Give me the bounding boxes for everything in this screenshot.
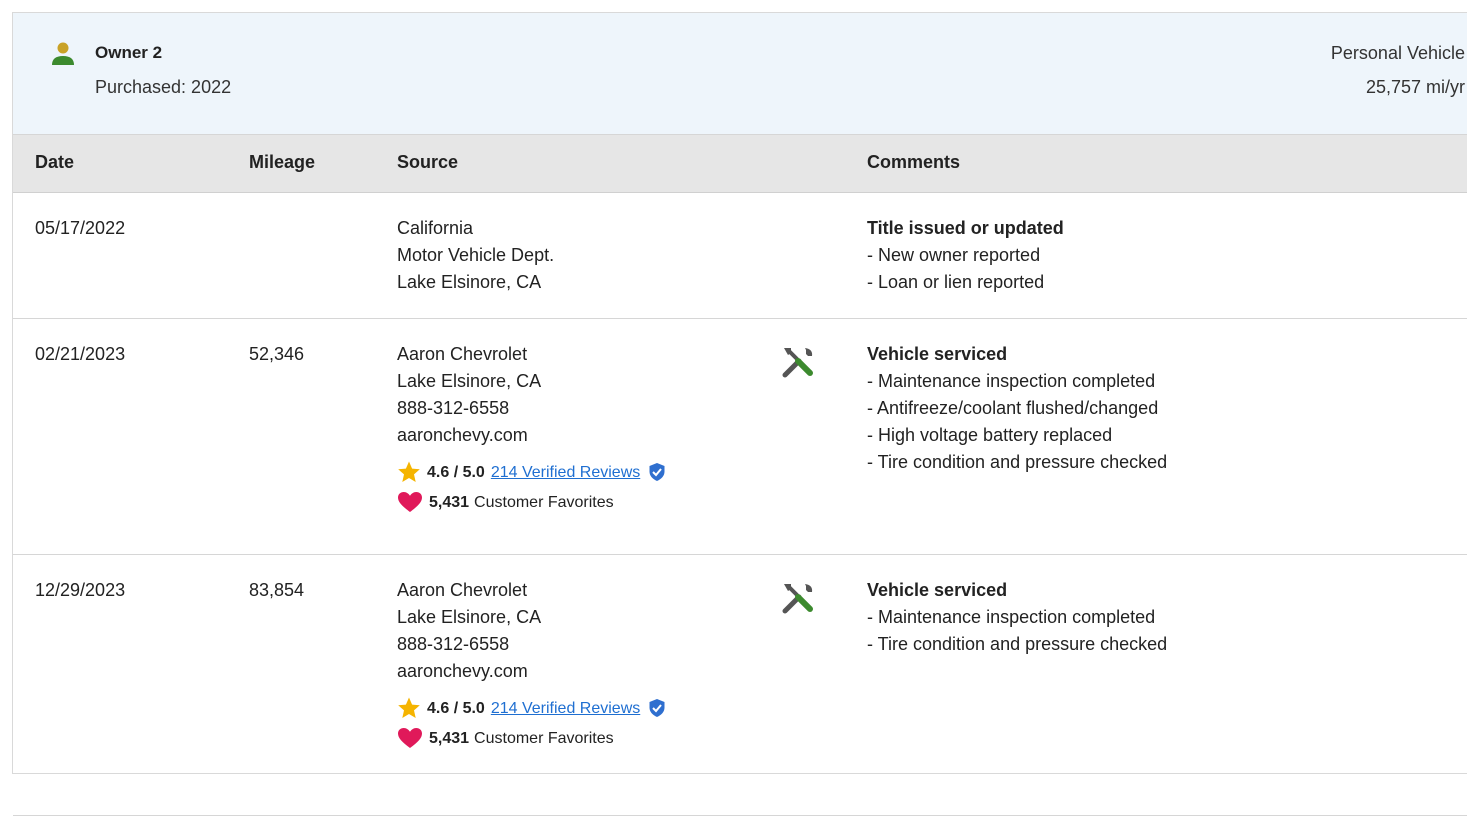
- favorites-count: 5,431: [429, 493, 470, 511]
- tools-icon: [782, 348, 813, 378]
- comment-item: - Antifreeze/coolant flushed/changed: [867, 398, 1159, 418]
- owner-history-panel: Owner 2 Purchased: 2022 Personal Vehicle…: [12, 12, 1467, 816]
- comment-item: - Maintenance inspection completed: [867, 371, 1156, 391]
- record-source: Aaron Chevrolet Lake Elsinore, CA 888-31…: [397, 577, 666, 751]
- source-line: Lake Elsinore, CA: [397, 272, 542, 292]
- customer-favorites: 5,431 Customer Favorites: [397, 725, 666, 751]
- record-comments: Vehicle serviced - Maintenance inspectio…: [867, 577, 1167, 658]
- record-source: Aaron Chevrolet Lake Elsinore, CA 888-31…: [397, 341, 666, 515]
- dealer-location: Lake Elsinore, CA: [397, 607, 542, 627]
- reviews-link[interactable]: 214 Verified Reviews: [491, 459, 640, 486]
- comment-item: - Maintenance inspection completed: [867, 607, 1156, 627]
- rating-score: 4.6 / 5.0: [427, 463, 485, 481]
- comment-item: - Loan or lien reported: [867, 272, 1045, 292]
- owner-header: Owner 2 Purchased: 2022 Personal Vehicle…: [13, 13, 1467, 135]
- customer-favorites: 5,431 Customer Favorites: [397, 489, 666, 515]
- source-line: Motor Vehicle Dept.: [397, 245, 555, 265]
- tools-icon: [782, 584, 813, 614]
- record-comments: Vehicle serviced - Maintenance inspectio…: [867, 341, 1167, 476]
- comment-title: Vehicle serviced: [867, 580, 1008, 600]
- source-line: California: [397, 218, 474, 238]
- record-date: 02/21/2023: [35, 344, 126, 364]
- column-date: Date: [35, 152, 75, 172]
- heart-icon: [398, 492, 422, 512]
- reviews-link[interactable]: 214 Verified Reviews: [491, 695, 640, 722]
- record-source: California Motor Vehicle Dept. Lake Elsi…: [397, 215, 554, 296]
- star-icon: [398, 697, 420, 718]
- dealer-name: Aaron Chevrolet: [397, 344, 528, 364]
- star-icon: [398, 461, 420, 482]
- dealer-website: aaronchevy.com: [397, 661, 528, 681]
- table-header: Date Mileage Source Comments: [13, 135, 1467, 193]
- comment-item: - High voltage battery replaced: [867, 425, 1113, 445]
- record-date: 05/17/2022: [35, 218, 126, 238]
- dealer-phone: 888-312-6558: [397, 398, 510, 418]
- comment-item: - Tire condition and pressure checked: [867, 634, 1168, 654]
- vehicle-type: Personal Vehicle: [1330, 43, 1465, 63]
- comment-item: - Tire condition and pressure checked: [867, 452, 1168, 472]
- dealer-rating: 4.6 / 5.0 214 Verified Reviews: [397, 459, 666, 485]
- favorites-label: Customer Favorites: [474, 493, 614, 511]
- heart-icon: [398, 728, 422, 748]
- rating-score: 4.6 / 5.0: [427, 699, 485, 717]
- column-comments: Comments: [867, 152, 961, 172]
- column-mileage: Mileage: [249, 152, 316, 172]
- table-row: 05/17/2022 California Motor Vehicle Dept…: [13, 193, 1467, 319]
- dealer-rating: 4.6 / 5.0 214 Verified Reviews: [397, 695, 666, 721]
- owner-name: Owner 2: [95, 43, 163, 62]
- shield-check-icon: [649, 463, 665, 481]
- record-mileage: 52,346: [249, 344, 305, 364]
- favorites-label: Customer Favorites: [474, 729, 614, 747]
- table-row: 12/29/2023 83,854 Aaron Chevrolet Lake E…: [13, 555, 1467, 816]
- record-mileage: 83,854: [249, 580, 305, 600]
- column-source: Source: [397, 152, 459, 172]
- comment-title: Title issued or updated: [867, 218, 1064, 238]
- table-row: 02/21/2023 52,346 Aaron Chevrolet Lake E…: [13, 319, 1467, 555]
- comment-item: - New owner reported: [867, 245, 1041, 265]
- record-comments: Title issued or updated - New owner repo…: [867, 215, 1064, 296]
- mileage-rate: 25,757 mi/yr: [1365, 77, 1465, 97]
- record-date: 12/29/2023: [35, 580, 126, 600]
- shield-check-icon: [649, 699, 665, 717]
- dealer-location: Lake Elsinore, CA: [397, 371, 542, 391]
- dealer-phone: 888-312-6558: [397, 634, 510, 654]
- dealer-name: Aaron Chevrolet: [397, 580, 528, 600]
- owner-purchased: Purchased: 2022: [95, 77, 232, 97]
- dealer-website: aaronchevy.com: [397, 425, 528, 445]
- person-icon: [52, 42, 74, 65]
- comment-title: Vehicle serviced: [867, 344, 1008, 364]
- favorites-count: 5,431: [429, 729, 470, 747]
